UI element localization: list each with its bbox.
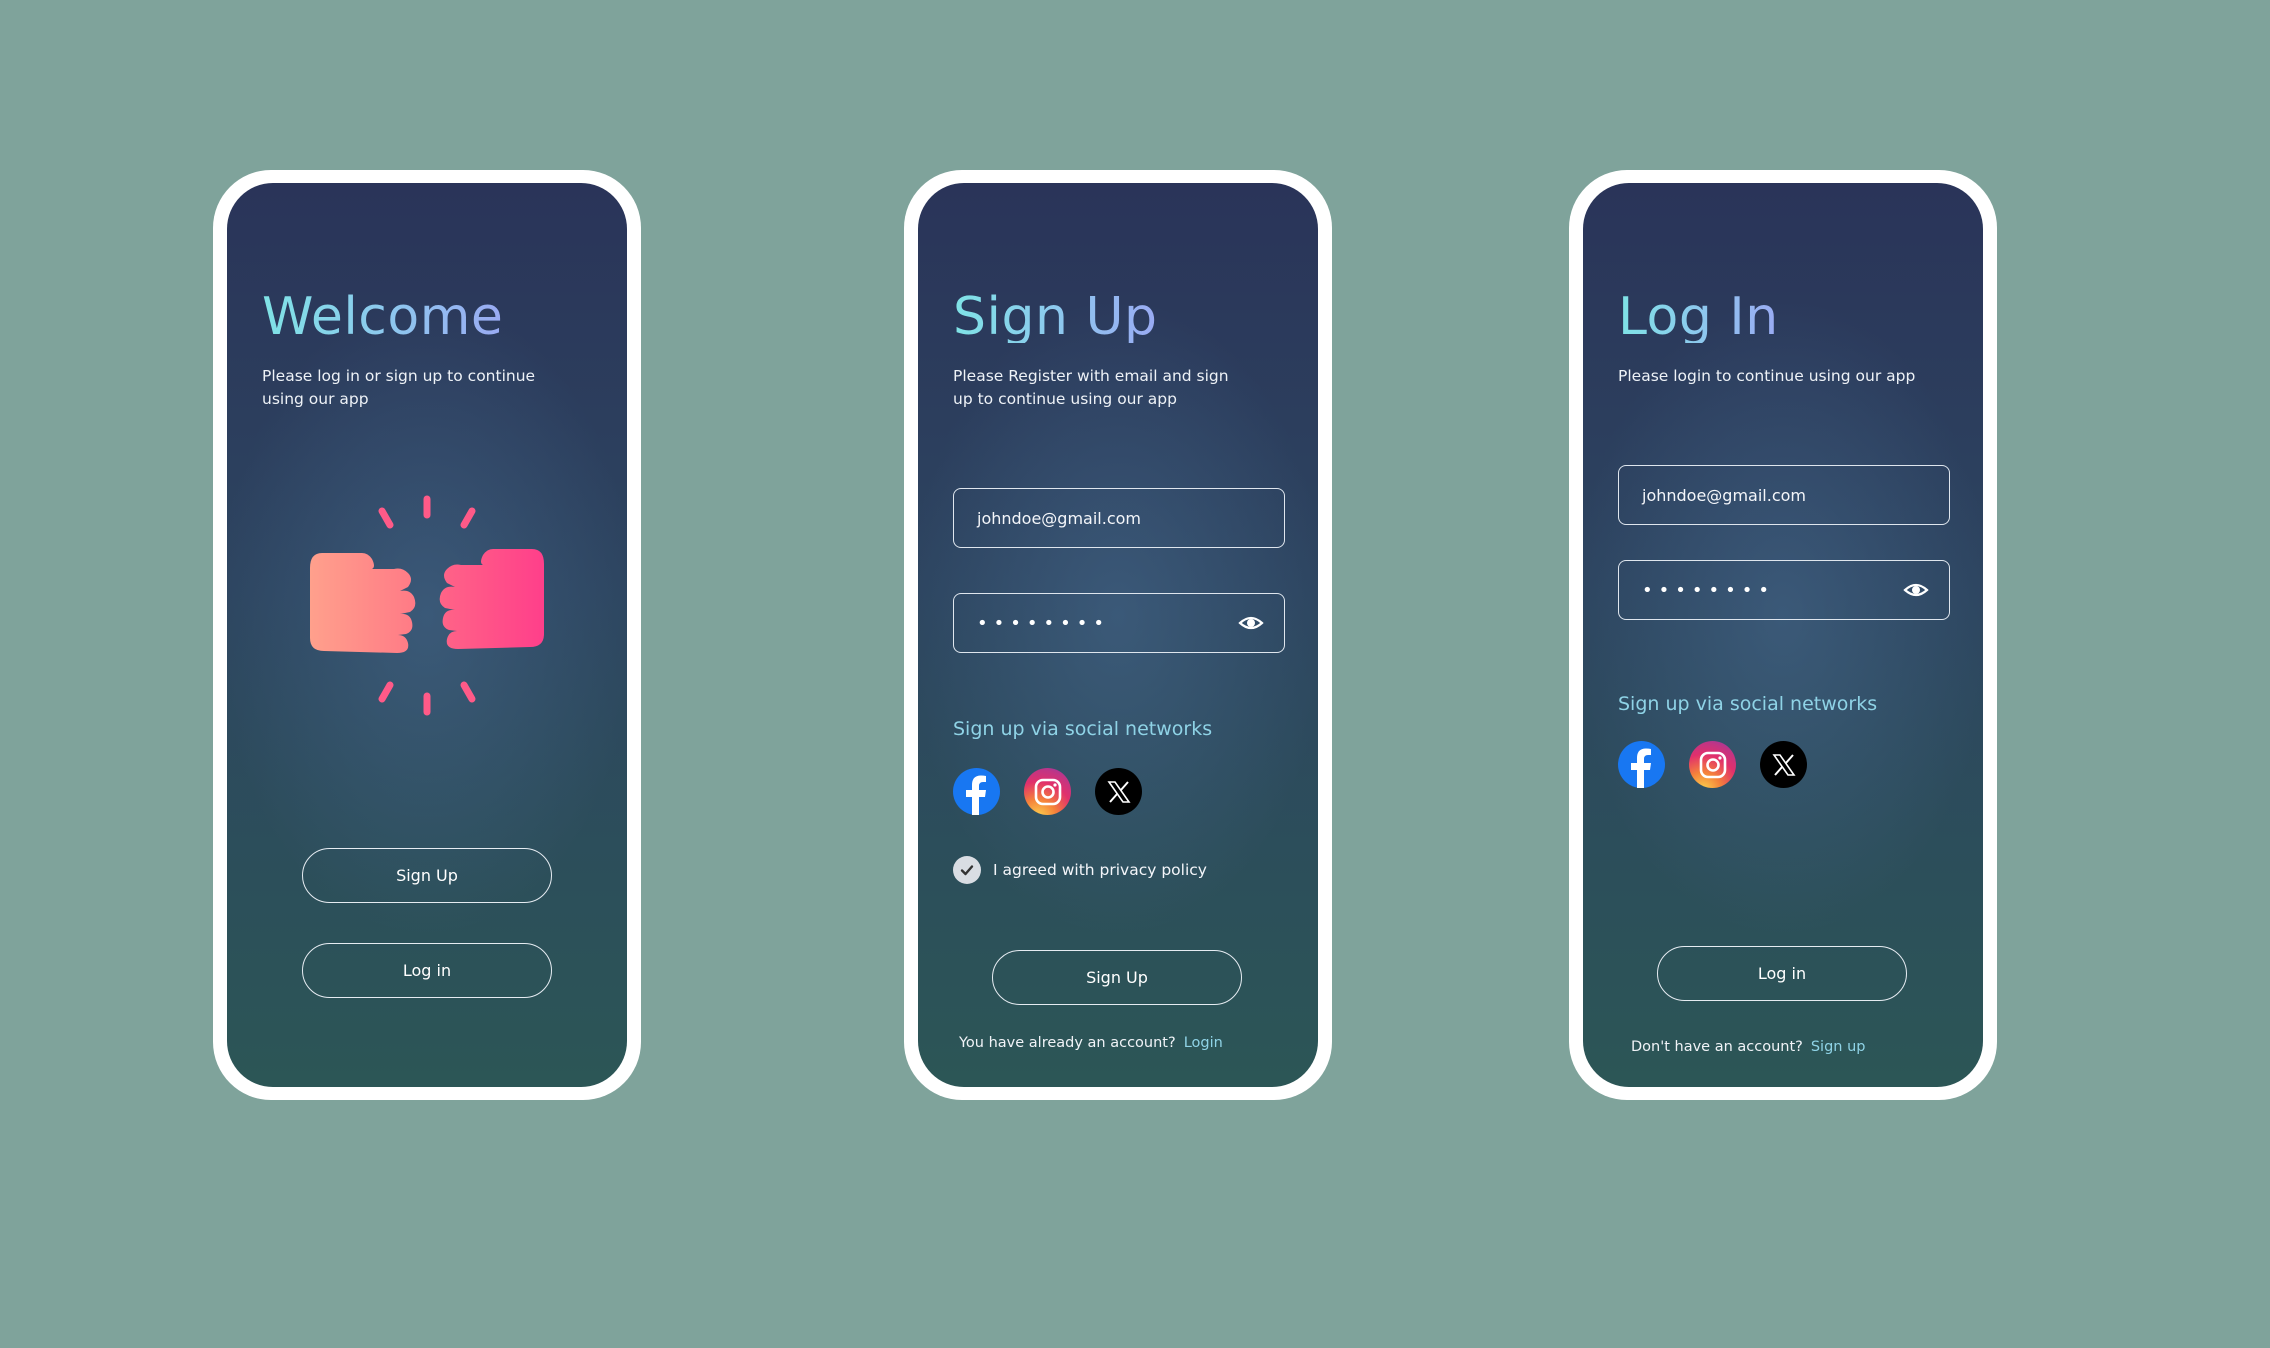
footer: You have already an account? Login [959, 1035, 1223, 1051]
login-screen: Log In Please login to continue using ou… [1583, 183, 1983, 1087]
email-field[interactable]: johndoe@gmail.com [1618, 465, 1950, 525]
page-title: Log In [1618, 287, 1779, 347]
login-link[interactable]: Login [1184, 1035, 1223, 1051]
email-value: johndoe@gmail.com [977, 508, 1141, 528]
social-icons [953, 768, 1142, 815]
social-title: Sign up via social networks [953, 718, 1213, 740]
password-mask: •••••••• [1642, 579, 1775, 601]
instagram-icon[interactable] [1689, 741, 1736, 788]
signup-link[interactable]: Sign up [1811, 1039, 1866, 1055]
instagram-icon[interactable] [1024, 768, 1071, 815]
facebook-icon[interactable] [1618, 741, 1665, 788]
signup-phone: Sign Up Please Register with email and s… [904, 170, 1332, 1100]
privacy-checkbox[interactable]: I agreed with privacy policy [953, 856, 1207, 884]
login-phone: Log In Please login to continue using ou… [1569, 170, 1997, 1100]
x-icon[interactable] [1095, 768, 1142, 815]
page-title: Welcome [262, 287, 504, 347]
page-title: Sign Up [953, 287, 1158, 347]
signup-screen: Sign Up Please Register with email and s… [918, 183, 1318, 1087]
page-subtitle: Please Register with email and sign up t… [953, 367, 1229, 408]
page-subtitle: Please login to continue using our app [1618, 367, 1916, 385]
signup-submit-button[interactable]: Sign Up [992, 950, 1242, 1005]
password-field[interactable]: •••••••• [1618, 560, 1950, 620]
social-title: Sign up via social networks [1618, 693, 1878, 715]
login-button[interactable]: Log in [302, 943, 552, 998]
check-icon [953, 856, 981, 884]
login-submit-button[interactable]: Log in [1657, 946, 1907, 1001]
footer-text: You have already an account? [959, 1035, 1176, 1051]
eye-icon[interactable] [1238, 610, 1264, 636]
x-icon[interactable] [1760, 741, 1807, 788]
email-field[interactable]: johndoe@gmail.com [953, 488, 1285, 548]
eye-icon[interactable] [1903, 577, 1929, 603]
privacy-label: I agreed with privacy policy [993, 861, 1207, 879]
page-subtitle: Please log in or sign up to continue usi… [262, 367, 536, 408]
footer-text: Don't have an account? [1631, 1039, 1803, 1055]
fist-bump-icon [310, 495, 544, 716]
facebook-icon[interactable] [953, 768, 1000, 815]
welcome-screen: Welcome Please log in or sign up to cont… [227, 183, 627, 1087]
password-mask: •••••••• [977, 612, 1110, 634]
footer: Don't have an account? Sign up [1631, 1039, 1865, 1055]
social-icons [1618, 741, 1807, 788]
welcome-phone: Welcome Please log in or sign up to cont… [213, 170, 641, 1100]
password-field[interactable]: •••••••• [953, 593, 1285, 653]
signup-button[interactable]: Sign Up [302, 848, 552, 903]
email-value: johndoe@gmail.com [1642, 485, 1806, 505]
